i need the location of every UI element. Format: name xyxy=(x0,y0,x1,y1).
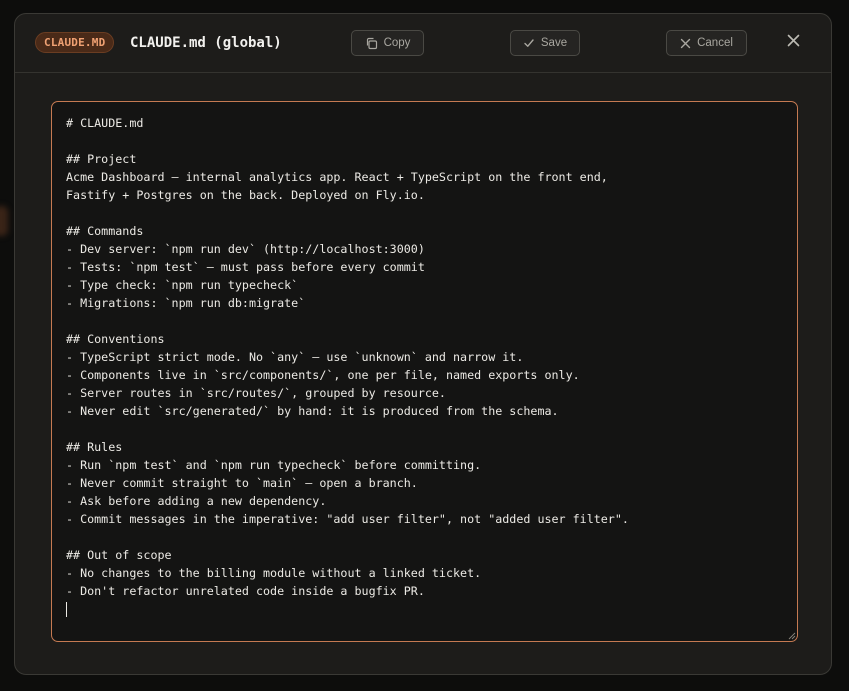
text-caret xyxy=(66,602,67,617)
background-accent xyxy=(0,206,8,236)
copy-icon xyxy=(365,37,378,50)
close-button[interactable] xyxy=(783,33,803,53)
dialog-header: CLAUDE.MD CLAUDE.md (global) Copy Save C… xyxy=(15,14,831,73)
copy-button[interactable]: Copy xyxy=(351,30,424,56)
editor-content: # CLAUDE.md ## Project Acme Dashboard — … xyxy=(66,116,629,598)
claude-md-editor-dialog: CLAUDE.MD CLAUDE.md (global) Copy Save C… xyxy=(14,13,832,675)
markdown-editor-textarea[interactable]: # CLAUDE.md ## Project Acme Dashboard — … xyxy=(51,101,798,642)
save-button-label: Save xyxy=(540,37,568,49)
resize-handle-icon[interactable] xyxy=(788,632,796,640)
copy-button-label: Copy xyxy=(383,37,411,49)
cancel-button-label: Cancel xyxy=(697,37,733,49)
dialog-title: CLAUDE.md (global) xyxy=(130,35,282,51)
file-type-badge: CLAUDE.MD xyxy=(35,32,115,53)
cancel-button[interactable]: Cancel xyxy=(666,30,747,56)
save-button[interactable]: Save xyxy=(510,30,580,56)
x-icon xyxy=(680,38,691,49)
check-icon xyxy=(523,37,535,49)
close-icon xyxy=(787,34,800,52)
